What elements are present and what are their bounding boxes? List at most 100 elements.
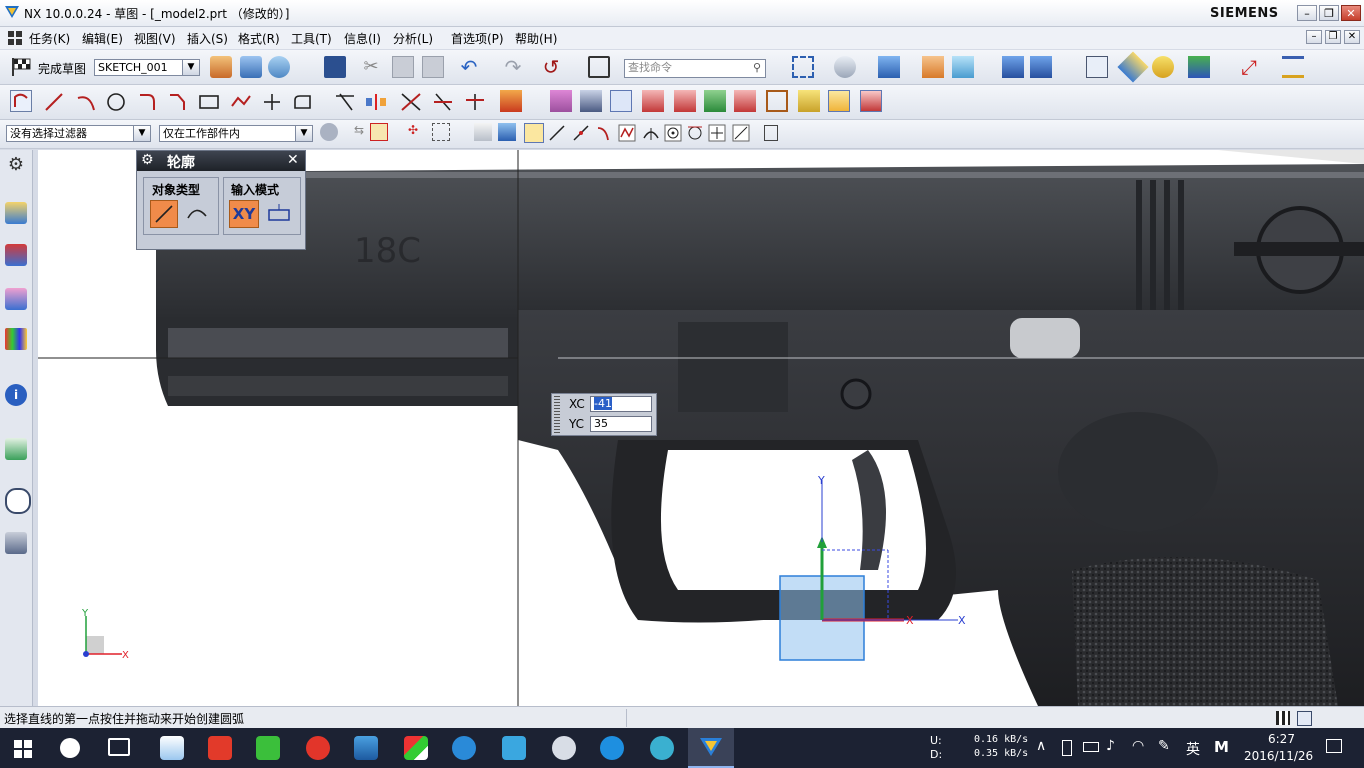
selection-scope-dropdown[interactable]: 仅在工作部件内 ▼ xyxy=(159,125,313,142)
menu-information[interactable]: 信息(I) xyxy=(344,30,381,47)
relations-browser-icon[interactable] xyxy=(704,90,726,112)
wechat-icon[interactable] xyxy=(256,736,280,760)
offset-curve-icon[interactable] xyxy=(292,92,314,112)
volume-icon[interactable]: ♪ xyxy=(1106,738,1115,754)
chevron-down-icon[interactable]: ▼ xyxy=(182,60,199,75)
layer-settings-icon[interactable] xyxy=(1086,56,1108,78)
infer-constraints-icon[interactable] xyxy=(798,90,820,112)
measure-distance-icon[interactable] xyxy=(1282,56,1304,78)
snap-endpoint-icon[interactable] xyxy=(548,124,566,142)
web-browser-icon[interactable] xyxy=(5,438,27,460)
repeat-command-icon[interactable]: ↺ xyxy=(540,56,562,78)
display-dof-icon[interactable] xyxy=(674,90,696,112)
nx-taskbar-button[interactable] xyxy=(688,728,734,768)
snap-tangent-icon[interactable] xyxy=(686,124,704,142)
chevron-up-icon[interactable]: ∧ xyxy=(1036,738,1046,754)
browser-icon[interactable] xyxy=(600,736,624,760)
snap-quadrant-icon[interactable] xyxy=(642,124,660,142)
menu-help[interactable]: 帮助(H) xyxy=(515,30,557,47)
roles-icon[interactable] xyxy=(5,532,27,554)
snap-enable-icon[interactable] xyxy=(524,123,544,143)
render-style-icon[interactable] xyxy=(878,56,900,78)
explorer-icon[interactable] xyxy=(160,736,184,760)
alternate-solution-icon[interactable] xyxy=(766,90,788,112)
ime-mode-icon[interactable]: M xyxy=(1214,738,1229,756)
work-layer-icon[interactable] xyxy=(1002,56,1024,78)
quick-trim-icon[interactable] xyxy=(400,92,422,112)
menu-grid-icon[interactable] xyxy=(8,31,22,45)
select-all-icon[interactable] xyxy=(764,125,778,141)
cloud-sync-icon[interactable] xyxy=(502,736,526,760)
command-finder-icon[interactable] xyxy=(588,56,610,78)
edit-section-icon[interactable] xyxy=(922,56,944,78)
menu-view[interactable]: 视图(V) xyxy=(134,30,176,47)
sketch-task-icon[interactable] xyxy=(210,56,232,78)
select-face-icon[interactable] xyxy=(498,123,516,141)
assembly-navigator-icon[interactable] xyxy=(5,202,27,224)
selection-filter-dropdown[interactable]: 没有选择过滤器 ▼ xyxy=(6,125,151,142)
orient-view-icon[interactable] xyxy=(834,56,856,78)
media-player-icon[interactable] xyxy=(650,736,674,760)
search-icon[interactable]: ⚲ xyxy=(753,60,761,75)
arc-mode-button[interactable] xyxy=(184,200,212,228)
move-layer-icon[interactable] xyxy=(1030,56,1052,78)
menu-format[interactable]: 格式(R) xyxy=(238,30,280,47)
pen-ink-icon[interactable]: ✎ xyxy=(1158,738,1170,754)
cut-icon[interactable]: ✂ xyxy=(360,56,382,78)
menu-tools[interactable]: 工具(T) xyxy=(291,30,332,47)
maximize-button[interactable]: ❐ xyxy=(1319,5,1339,21)
gear-icon[interactable]: ⚙ xyxy=(141,152,154,168)
reuse-library-icon[interactable] xyxy=(5,328,27,350)
profile-tool-icon[interactable] xyxy=(10,90,32,112)
redo-icon[interactable]: ↷ xyxy=(502,56,524,78)
snap-on-line-icon[interactable] xyxy=(732,124,750,142)
point-icon[interactable] xyxy=(262,92,282,112)
netease-music-icon[interactable] xyxy=(306,736,330,760)
chevron-down-icon[interactable]: ▼ xyxy=(133,126,150,141)
menu-task[interactable]: 任务(K) xyxy=(29,30,70,47)
task-view-icon[interactable] xyxy=(108,738,130,756)
show-constraints-icon[interactable] xyxy=(580,90,602,112)
snap-view-icon[interactable] xyxy=(1188,56,1210,78)
create-inferred-icon[interactable] xyxy=(828,90,850,112)
auto-constrain-icon[interactable] xyxy=(550,90,572,112)
chamfer-icon[interactable] xyxy=(168,92,188,112)
minimize-button[interactable]: – xyxy=(1297,5,1317,21)
close-icon[interactable]: ✕ xyxy=(287,152,299,168)
fillet-icon[interactable] xyxy=(138,92,158,112)
usb-device-icon[interactable] xyxy=(1062,740,1072,756)
sketchup-icon[interactable] xyxy=(354,736,378,760)
gear-icon[interactable] xyxy=(320,123,338,141)
snap-intersection-icon[interactable] xyxy=(618,124,636,142)
cortana-icon[interactable] xyxy=(60,738,80,758)
info-icon[interactable]: i xyxy=(5,384,27,406)
line-icon[interactable] xyxy=(44,92,64,112)
close-button[interactable]: ✕ xyxy=(1341,5,1361,21)
flag-icon[interactable] xyxy=(1276,711,1290,725)
snap-point-on-curve-icon[interactable] xyxy=(708,124,726,142)
clock-time[interactable]: 6:27 xyxy=(1268,732,1295,746)
circle-icon[interactable] xyxy=(106,92,126,112)
undo-icon[interactable]: ↶ xyxy=(458,56,480,78)
arc-icon[interactable] xyxy=(76,92,96,112)
polygon-icon[interactable] xyxy=(230,92,252,112)
menu-preferences[interactable]: 首选项(P) xyxy=(451,30,504,47)
dimension-tool-icon[interactable]: ⤢ xyxy=(1238,56,1260,78)
rectangle-select-icon[interactable] xyxy=(432,123,450,141)
drag-handle[interactable] xyxy=(554,396,560,433)
battery-icon[interactable] xyxy=(1083,742,1099,752)
snap-control-point-icon[interactable] xyxy=(596,124,614,142)
ime-language-indicator[interactable]: 英 xyxy=(1186,739,1200,759)
finish-sketch-flag-icon[interactable] xyxy=(10,57,32,77)
continuous-dimension-icon[interactable] xyxy=(860,90,882,112)
doc-restore-button[interactable]: ❐ xyxy=(1325,30,1341,44)
mirror-icon[interactable] xyxy=(364,92,388,112)
part-navigator-icon[interactable] xyxy=(5,288,27,310)
action-center-icon[interactable] xyxy=(1326,739,1342,753)
paste-icon[interactable] xyxy=(422,56,444,78)
xc-input[interactable]: -41 xyxy=(590,396,652,412)
copy-icon[interactable] xyxy=(392,56,414,78)
coordinate-mode-button[interactable]: XY xyxy=(229,200,259,228)
autocad-icon[interactable] xyxy=(404,736,428,760)
parameter-mode-button[interactable] xyxy=(266,200,294,228)
